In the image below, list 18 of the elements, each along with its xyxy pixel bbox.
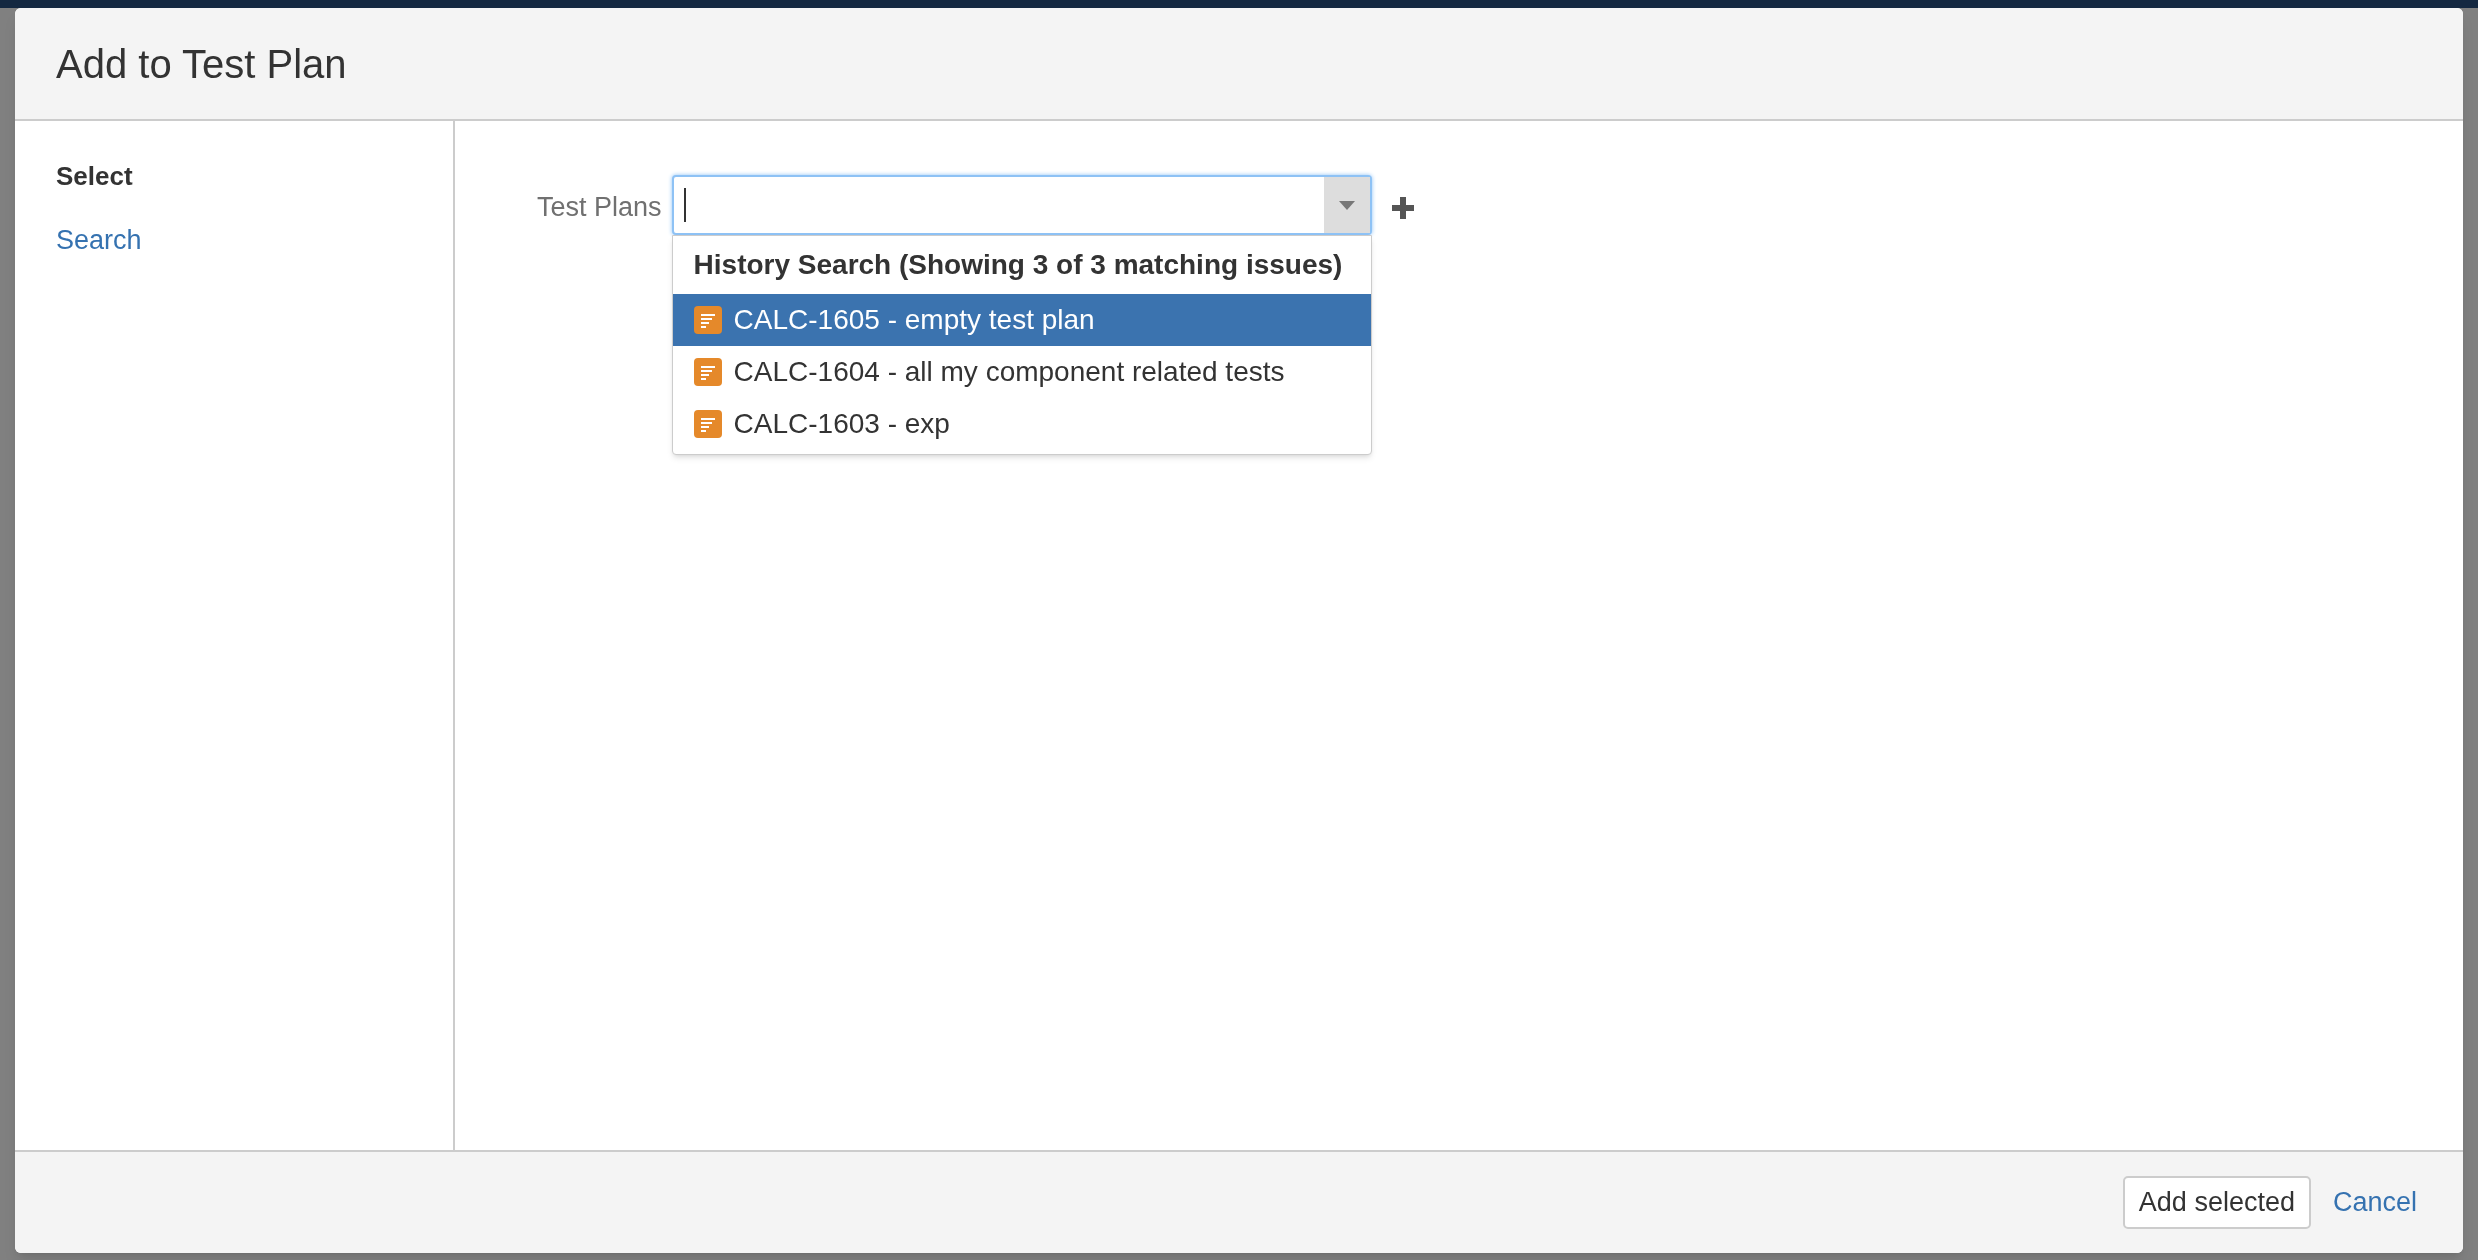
- document-icon: [693, 306, 722, 334]
- document-icon: [693, 410, 722, 438]
- dropdown-option[interactable]: CALC-1604 - all my component related tests: [672, 346, 1371, 398]
- dropdown-toggle[interactable]: [1323, 177, 1370, 233]
- sidebar-link[interactable]: Search: [56, 220, 142, 261]
- text-cursor: [683, 188, 686, 222]
- plus-icon[interactable]: [1391, 197, 1414, 219]
- combo-field[interactable]: [671, 175, 1372, 235]
- dropdown-heading: History Search (Showing 3 of 3 matching issues): [692, 248, 1344, 282]
- dropdown-option[interactable]: CALC-1603 - exp: [672, 398, 1371, 450]
- document-icon: [693, 358, 722, 386]
- caret-icon: [1338, 200, 1355, 210]
- dialog-title: Add to Test Plan: [56, 40, 347, 88]
- cancel-link[interactable]: Cancel: [2332, 1182, 2417, 1223]
- add-selected-button[interactable]: Add selected: [2122, 1176, 2311, 1229]
- sidebar-heading: Select: [56, 160, 134, 193]
- dropdown-option[interactable]: CALC-1605 - empty test plan: [672, 294, 1371, 346]
- field-label: Test Plans: [537, 191, 662, 224]
